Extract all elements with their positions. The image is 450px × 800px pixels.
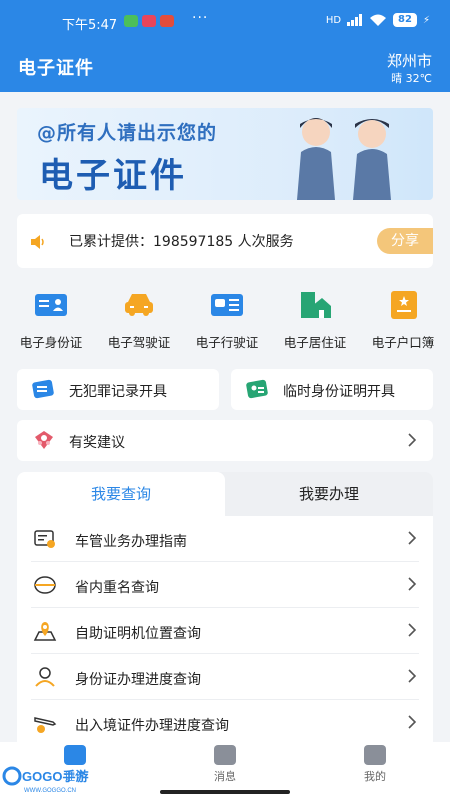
grid-item-id-card[interactable]: 电子身份证: [6, 290, 96, 351]
profile-tab-icon: [364, 745, 386, 765]
car-icon: [125, 294, 153, 316]
suggestion-card[interactable]: 有奖建议: [17, 420, 433, 461]
grid-item-residence-permit[interactable]: 电子居住证: [270, 290, 360, 351]
tab-query[interactable]: 我要查询: [17, 472, 225, 516]
grid-item-driver-license[interactable]: 电子驾驶证: [94, 290, 184, 351]
home-indicator: [160, 790, 290, 794]
wechat-notification-icon: [124, 15, 138, 27]
page-title: 电子证件: [18, 58, 94, 79]
promo-banner[interactable]: @所有人请出示您的 电子证件: [17, 108, 433, 200]
more-notifications-icon: ···: [192, 10, 209, 26]
signal-icon: [347, 14, 363, 26]
location-icon: [33, 622, 57, 641]
watermark-text: GOGO手游: [22, 769, 88, 784]
household-book-icon: [391, 291, 417, 319]
list-item-exit-entry-progress[interactable]: 出入境证件办理进度查询: [17, 700, 433, 742]
police-officer-illustration-2: [353, 119, 391, 200]
grid-item-vehicle-license[interactable]: 电子行驶证: [182, 290, 272, 351]
query-tabs: 我要查询 我要办理: [17, 472, 433, 516]
news-notification-icon: [160, 15, 174, 27]
chevron-right-icon: [408, 577, 417, 591]
banner-line1: @所有人请出示您的: [37, 122, 218, 144]
gogo-watermark-logo: GOGO手游 WWW.GOGGO.CN: [2, 766, 88, 794]
notification-icons: [124, 15, 174, 27]
list-item-machine-location[interactable]: 自助证明机位置查询: [17, 608, 433, 654]
chevron-right-icon: [408, 623, 417, 637]
list-item-id-progress[interactable]: 身份证办理进度查询: [17, 654, 433, 700]
watermark-subtext: WWW.GOGGO.CN: [24, 788, 76, 794]
police-officer-illustration: [297, 118, 335, 200]
status-time: 下午5:47: [62, 18, 118, 33]
speaker-icon: [31, 235, 44, 249]
document-grid: 电子身份证 电子驾驶证 电子行驶证 电子居住证 电子户口簿: [0, 290, 450, 350]
chevron-right-icon: [408, 715, 417, 729]
id-card-icon: [35, 294, 67, 316]
city-selector[interactable]: 郑州市: [387, 50, 432, 71]
no-criminal-record-card[interactable]: 无犯罪记录开具: [17, 369, 219, 410]
charging-icon: ⚡: [422, 14, 430, 26]
chevron-right-icon: [408, 669, 417, 683]
app-notification-icon: [142, 15, 156, 27]
grid-item-household-book[interactable]: 电子户口簿: [358, 290, 448, 351]
hd-indicator: HD: [325, 14, 342, 26]
person-icon: [35, 667, 55, 687]
wifi-icon: [370, 14, 387, 26]
status-bar: 下午5:47 ··· HD 82 ⚡: [0, 0, 450, 44]
name-search-icon: [34, 576, 56, 594]
list-item-vehicle-guide[interactable]: 车管业务办理指南: [17, 516, 433, 562]
tab-handle[interactable]: 我要办理: [225, 472, 433, 516]
list-item-name-search[interactable]: 省内重名查询: [17, 562, 433, 608]
status-right: HD 82 ⚡: [326, 13, 430, 27]
share-button[interactable]: 分享: [377, 228, 433, 254]
tab-profile[interactable]: 我的: [325, 742, 425, 784]
service-counter: 已累计提供：198597185 人次服务 分享: [17, 214, 433, 268]
gift-icon: [35, 431, 53, 449]
temp-id-icon: [246, 379, 268, 399]
banner-line2: 电子证件: [39, 156, 187, 196]
message-tab-icon: [214, 745, 236, 765]
weather-text: 晴 32℃: [391, 72, 432, 85]
vehicle-license-icon: [211, 294, 243, 316]
tab-messages[interactable]: 消息: [175, 742, 275, 784]
guide-icon: [34, 530, 55, 548]
chevron-right-icon: [408, 531, 417, 545]
service-count-text: 已累计提供：198597185 人次服务: [69, 234, 294, 250]
chevron-right-icon: [408, 433, 417, 447]
temp-id-proof-card[interactable]: 临时身份证明开具: [231, 369, 433, 410]
app-header: 电子证件 郑州市 晴 32℃: [0, 44, 450, 92]
query-list: 车管业务办理指南 省内重名查询 自助证明机位置查询 身份证办理进度查询 出入境证…: [17, 516, 433, 742]
certificate-icon: [32, 379, 54, 399]
house-icon: [301, 292, 331, 318]
battery-icon: 82: [393, 13, 417, 27]
plane-icon: [34, 717, 57, 733]
